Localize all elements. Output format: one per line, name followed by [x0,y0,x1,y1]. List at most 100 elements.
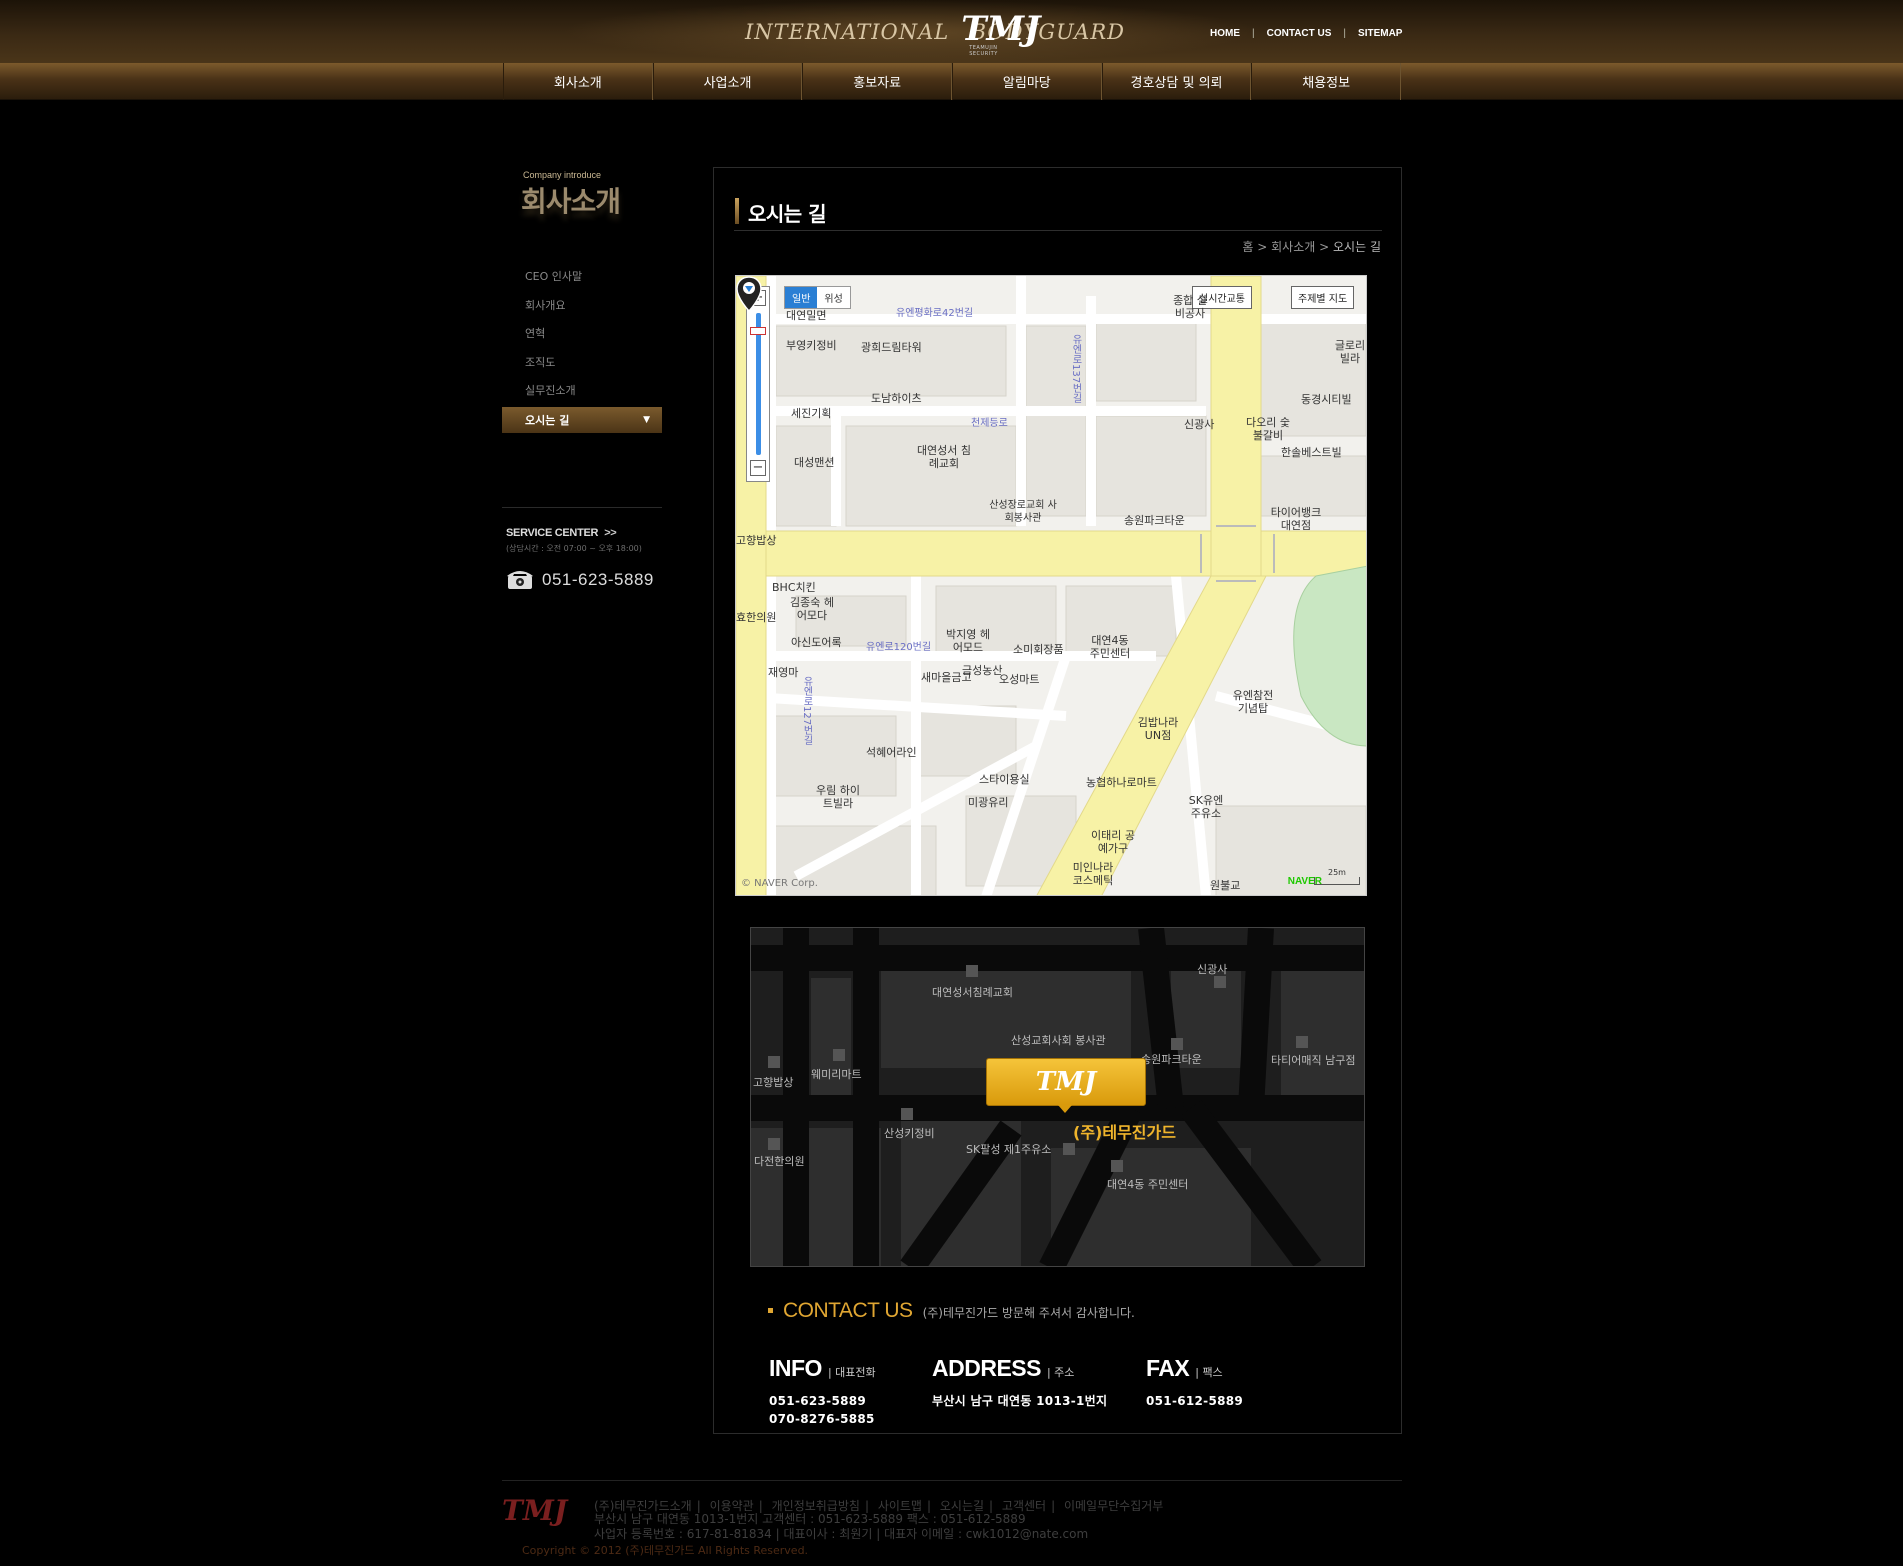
map-type-toggle: 일반 위성 [784,286,851,309]
nav-item-notice[interactable]: 알림마당 [952,63,1102,100]
sidebar-item-organization[interactable]: 조직도 [502,348,662,377]
sitemap-link[interactable]: SITEMAP [1358,28,1402,39]
map-label: 원불교 [1210,879,1241,892]
service-center-title: SERVICE CENTER >> [506,527,617,539]
fax-heading: FAX [1146,1355,1190,1381]
illus-label: 타티어매직 남구점 [1271,1054,1356,1067]
map-label: 부영키정비 [786,339,837,352]
footer-link-support[interactable]: 고객센터 [1002,1499,1046,1513]
footer-link-privacy[interactable]: 개인정보취급방침 [772,1499,860,1513]
map-label: 석혜어라인 [866,746,917,759]
service-center-label: SERVICE CENTER [506,527,599,539]
footer-link-no-email[interactable]: 이메일무단수집거부 [1064,1499,1163,1513]
map-label: 미인나라 코스메틱 [1072,861,1114,887]
map-label: 재영마 [768,666,799,679]
footer-link-terms[interactable]: 이용약관 [710,1499,754,1513]
map-road-label: 유엔평화로42번길 [896,308,974,319]
contact-heading: CONTACT US (주)테무진가드 방문해 주셔서 감사합니다. [768,1299,1135,1323]
sidebar-title-en: Company introduce [523,170,602,180]
map-road-label: 유엔로137번길 [1070,334,1081,404]
nav-item-company[interactable]: 회사소개 [503,63,653,100]
map-label: 한솔베스트빌 [1281,446,1342,459]
title-accent-bar [735,198,739,224]
footer-info: 부산시 남구 대연동 1013-1번지 고객센터 : 051-623-5889 … [594,1512,1088,1542]
map-label: 종합 설비공사 [1173,294,1207,320]
map-label: 대연4동 주민센터 [1089,634,1131,660]
company-marker-label: (주)테무진가드 [1073,1123,1176,1142]
address-heading-ko: | 주소 [1046,1366,1075,1379]
nav-item-promotion[interactable]: 홍보자료 [802,63,953,100]
service-phone[interactable]: 051-623-5889 [542,570,654,590]
map-road-label: 유엔로127번길 [801,676,812,746]
naver-map[interactable]: + − 일반 위성 실시간교통 주제별 지도 대연밀면 부영키정비 광희드림타워… [735,275,1367,896]
map-road-label: 천제등로 [971,418,1008,429]
sidebar-item-ceo[interactable]: CEO 인사말 [502,262,662,291]
site-logo[interactable]: INTERNATIONAL TMJ TEAMUJIN SECURITY BODY… [745,8,1125,57]
info-heading-ko: | 대표전화 [827,1366,876,1379]
sidebar-title: 회사소개 [521,185,621,218]
contact-fax-block: FAX | 팩스 051-612-5889 [1146,1355,1243,1410]
footer-separator: | [758,1499,763,1513]
map-label: 농협하나로마트 [1086,776,1157,789]
footer-link-about[interactable]: (주)테무진가드소개 [594,1499,692,1513]
illus-label: 산성키정비 [884,1127,935,1140]
sidebar-item-overview[interactable]: 회사개요 [502,291,662,320]
badge-pointer [1058,1105,1072,1113]
map-label: 송원파크타운 [1124,514,1185,527]
zoom-control: + − [746,286,770,482]
breadcrumb-home[interactable]: 홈 [1242,240,1253,254]
phone-number-main[interactable]: 051-623-5889 [769,1392,876,1410]
phone-number-sub[interactable]: 070-8276-5885 [769,1410,876,1428]
illus-label: 웨미리마트 [811,1068,862,1081]
footer-logo: TMJ [502,1494,574,1538]
theme-map-button[interactable]: 주제별 지도 [1291,286,1355,309]
nav-item-consulting[interactable]: 경호상담 및 의뢰 [1101,63,1252,100]
badge-logo: TMJ [1035,1067,1097,1097]
sidebar-item-staff[interactable]: 실무진소개 [502,376,662,405]
map-label: 다오리 숯불갈비 [1246,416,1290,442]
map-copyright: © NAVER Corp. [741,878,818,889]
map-type-normal[interactable]: 일반 [785,287,818,308]
contact-us-link[interactable]: CONTACT US [1267,28,1332,39]
footer-link-directions[interactable]: 오시는길 [940,1499,984,1513]
logo-left-word: INTERNATIONAL [745,20,950,44]
map-label: 박지영 헤어모드 [946,628,990,654]
map-label: 오성마트 [999,673,1040,686]
footer-separator: | [989,1499,994,1513]
breadcrumb-current: 오시는 길 [1333,240,1381,254]
illus-label: 신광사 [1197,963,1228,976]
info-heading-ko-text: 대표전화 [835,1366,876,1379]
map-label: 효한의원 [736,611,777,624]
nav-item-recruit[interactable]: 채용정보 [1251,63,1402,100]
footer-separator: | [926,1499,932,1513]
map-label: 금성농산 [962,664,1003,677]
zoom-handle[interactable] [750,327,766,335]
map-type-satellite[interactable]: 위성 [817,287,849,308]
map-label: BHC치킨 [772,581,816,594]
breadcrumb-company[interactable]: 회사소개 [1271,240,1315,254]
contact-info-block: INFO | 대표전화 051-623-5889 070-8276-5885 [769,1355,876,1428]
contact-title: CONTACT US [768,1299,913,1323]
map-label: 타이어뱅크 대연점 [1270,506,1322,532]
bullet-icon [768,1308,773,1313]
nav-item-business[interactable]: 사업소개 [652,63,803,100]
illus-label: 고향밥상 [753,1076,794,1089]
sidebar-item-label: 오시는 길 [525,413,570,427]
home-link[interactable]: HOME [1210,28,1240,39]
illus-label: SK팔성 제1주유소 [966,1143,1052,1156]
map-scale: 25m [1314,869,1360,885]
zoom-out-icon[interactable]: − [750,460,766,476]
map-label: 동경시티빌 [1301,393,1352,406]
address-heading-ko-text: 주소 [1054,1366,1075,1379]
footer-separator: | [1051,1499,1056,1513]
footer-link-sitemap[interactable]: 사이트맵 [878,1499,922,1513]
map-label: 세진기획 [791,407,832,420]
sidebar-item-directions[interactable]: 오시는 길 ▼ [502,406,662,433]
sidebar-menu: CEO 인사말 회사개요 연혁 조직도 실무진소개 오시는 길 ▼ [502,262,662,433]
map-label: 도남하이츠 [871,392,922,405]
sidebar-item-history[interactable]: 연혁 [502,319,662,348]
breadcrumb: 홈 > 회사소개 > 오시는 길 [1242,238,1381,255]
illus-label: 산성교회사회 봉사관 [1011,1034,1106,1047]
address-heading: ADDRESS [932,1355,1041,1381]
map-label: SK유엔 주유소 [1188,794,1224,820]
